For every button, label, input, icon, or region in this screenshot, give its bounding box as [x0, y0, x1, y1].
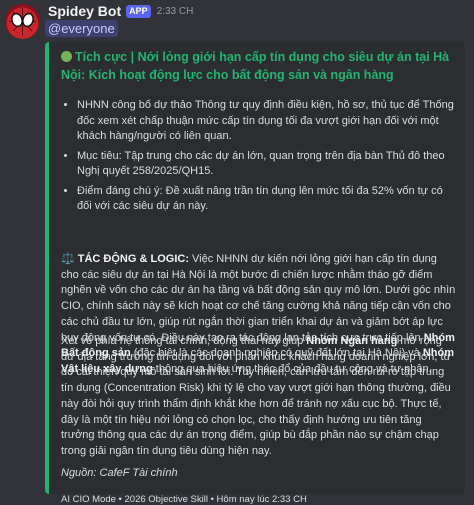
summary-list: NHNN công bố dự thảo Thông tư quy định đ…: [61, 98, 456, 219]
embed-title[interactable]: Tích cực | Nới lỏng giới hạn cấp tín dụn…: [61, 48, 456, 84]
finance-text: mở rộng dư địa tăng trưởng tín dụng đối …: [61, 335, 451, 457]
app-badge: APP: [126, 4, 151, 18]
scales-icon: ⚖️: [61, 253, 75, 265]
embed-title-text: Tích cực | Nới lỏng giới hạn cấp tín dụn…: [61, 50, 450, 82]
news-embed: Tích cực | Nới lỏng giới hạn cấp tín dụn…: [45, 42, 465, 505]
finance-text: Xét về phía hệ thống tài chính, động thá…: [61, 335, 307, 347]
everyone-mention[interactable]: @everyone: [45, 20, 118, 37]
message-timestamp[interactable]: 2:33 CH: [157, 6, 194, 17]
bot-username[interactable]: Spidey Bot: [48, 3, 121, 19]
list-item: Điểm đáng chú ý: Đề xuất nâng trần tín d…: [77, 184, 456, 215]
banking-group: Nhóm Ngân hàng: [306, 335, 398, 347]
impact-heading: TÁC ĐỘNG & LOGIC:: [77, 253, 189, 265]
chat-message: Spidey Bot APP 2:33 CH @everyone Tích cự…: [0, 0, 474, 505]
list-item: Mục tiêu: Tập trung cho các dự án lớn, q…: [77, 149, 456, 180]
bot-avatar[interactable]: [5, 4, 40, 39]
impact-text: Việc NHNN dự kiến nới lỏng giới hạn cấp …: [61, 253, 456, 344]
spider-mask-icon: [9, 8, 36, 35]
green-circle-icon: [61, 51, 72, 62]
list-item: NHNN công bố dự thảo Thông tư quy định đ…: [77, 98, 456, 145]
finance-paragraph: Xét về phía hệ thống tài chính, động thá…: [61, 334, 456, 460]
message-header: Spidey Bot APP 2:33 CH: [48, 2, 193, 20]
source-line: Nguồn: CafeF Tài chính: [61, 467, 178, 479]
